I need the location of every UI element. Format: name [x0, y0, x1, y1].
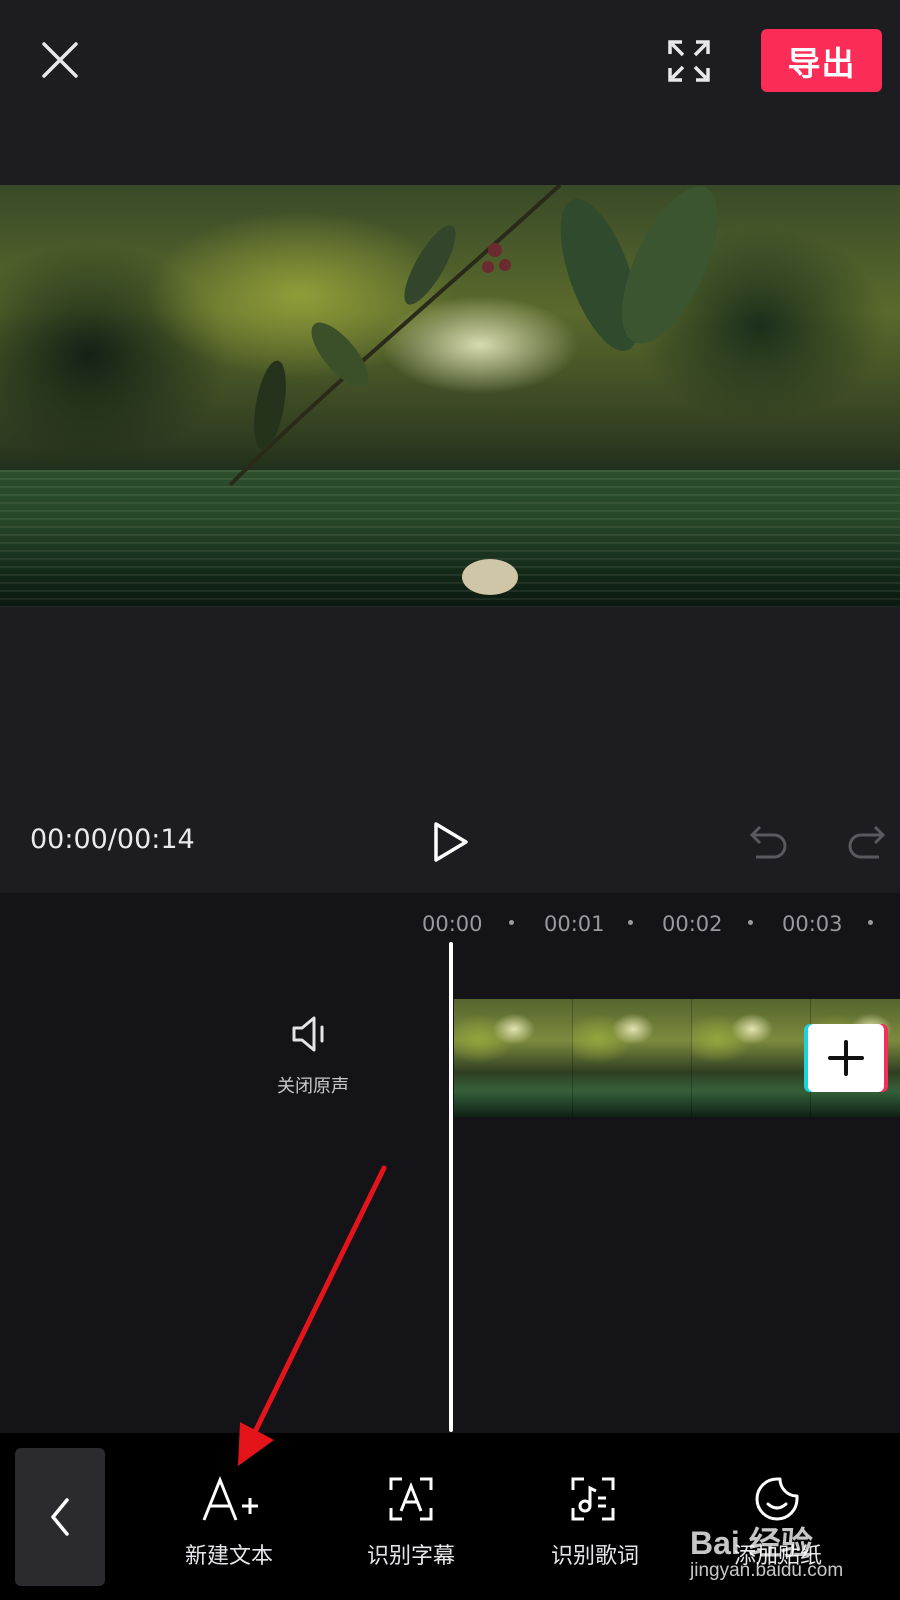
- close-button[interactable]: [36, 36, 84, 84]
- clip-thumbnail: [573, 999, 692, 1117]
- fullscreen-button[interactable]: [666, 38, 712, 84]
- undo-button[interactable]: [748, 823, 790, 861]
- redo-button[interactable]: [845, 823, 887, 861]
- export-button[interactable]: 导出: [761, 29, 882, 92]
- redo-icon: [848, 825, 886, 859]
- recognize-subtitle-icon: [389, 1477, 433, 1521]
- recognize-lyrics-icon: [571, 1477, 615, 1521]
- video-preview[interactable]: [0, 185, 900, 607]
- timeline-tick: 00:01: [544, 912, 605, 936]
- toolbar-item-new-text[interactable]: [200, 1475, 262, 1526]
- mute-original-label[interactable]: 关闭原声: [260, 1072, 366, 1098]
- toolbar-label-new-text[interactable]: 新建文本: [154, 1538, 304, 1570]
- playhead[interactable]: [449, 942, 453, 1432]
- watermark-url: jingyan.baidu.com: [690, 1560, 844, 1581]
- add-clip-button[interactable]: [808, 1024, 884, 1092]
- toolbar-item-recognize-subtitle[interactable]: [388, 1476, 434, 1526]
- watermark-logo: Bai 经验: [690, 1525, 813, 1561]
- speaker-icon: [292, 1016, 324, 1052]
- timeline-tick-dot: [868, 920, 873, 925]
- plus-icon: [828, 1040, 864, 1076]
- timeline-tick: 00:03: [782, 912, 843, 936]
- add-text-icon: [202, 1475, 258, 1521]
- undo-icon: [749, 825, 787, 859]
- video-foliage: [228, 185, 718, 595]
- chevron-left-icon: [51, 1498, 69, 1536]
- back-button[interactable]: [15, 1448, 105, 1586]
- clip-thumbnail: [692, 999, 811, 1117]
- sticker-icon: [755, 1477, 799, 1521]
- fullscreen-icon: [668, 40, 710, 82]
- play-button[interactable]: [432, 820, 472, 864]
- mute-original-button[interactable]: [290, 1013, 332, 1055]
- annotation-arrow: [230, 1160, 400, 1470]
- timeline-tick: 00:00: [422, 912, 483, 936]
- play-icon: [434, 822, 468, 862]
- timeline-tick-dot: [748, 920, 753, 925]
- playback-time: 00:00/00:14: [30, 824, 195, 855]
- toolbar-label-recognize-lyrics[interactable]: 识别歌词: [520, 1538, 670, 1570]
- close-icon: [42, 42, 78, 78]
- clip-thumbnail: [454, 999, 573, 1117]
- timeline-tick: 00:02: [662, 912, 723, 936]
- timeline-tick-dot: [628, 920, 633, 925]
- toolbar-item-recognize-lyrics[interactable]: [570, 1476, 616, 1526]
- timeline-tick-dot: [509, 920, 514, 925]
- toolbar-label-recognize-subtitle[interactable]: 识别字幕: [336, 1538, 486, 1570]
